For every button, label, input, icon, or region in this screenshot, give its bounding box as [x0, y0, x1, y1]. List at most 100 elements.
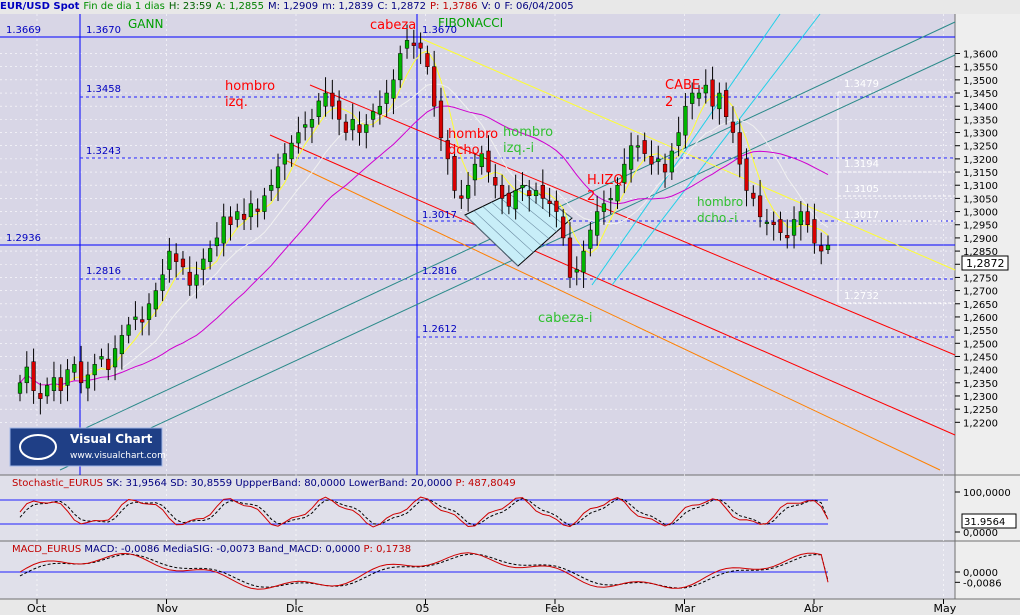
annotation-gann: GANN: [128, 17, 163, 31]
candle-body: [45, 385, 50, 397]
candle-body: [112, 348, 118, 368]
candle-body: [513, 190, 518, 210]
candle-body: [370, 111, 376, 120]
y-tick-label: 1,3100: [963, 181, 998, 192]
x-tick-label: Feb: [545, 602, 564, 615]
candle-body: [690, 92, 695, 104]
candle-body: [751, 192, 756, 199]
candle-body: [452, 156, 457, 191]
date-axis-bg: [0, 599, 1020, 615]
candle-body: [140, 319, 145, 323]
candle-body: [282, 153, 287, 165]
candle-body: [160, 274, 165, 291]
candle-body: [819, 245, 824, 252]
visualchart-logo: Visual Chart www.visualchart.com: [9, 427, 166, 467]
candle-body: [92, 364, 97, 376]
fib-right-2: 1.3194: [844, 159, 879, 170]
candle-body: [38, 393, 43, 399]
macd-band: Band_MACD: 0,0000: [258, 544, 360, 555]
candle-body: [506, 192, 511, 207]
y-tick-label: 1,2500: [963, 339, 998, 350]
x-tick-label: Oct: [27, 602, 47, 615]
candle-body: [316, 100, 321, 117]
y-tick-label: 1,3250: [963, 142, 998, 153]
candle-body: [180, 258, 186, 268]
candle-body: [418, 42, 423, 49]
x-tick-label: Dic: [286, 602, 304, 615]
stoch-name: Stochastic_EURUS: [12, 478, 103, 489]
annotation-cabeza: cabeza: [370, 18, 416, 33]
candle-body: [411, 42, 416, 46]
annotation-hombro-dchoi-1: hombro: [697, 195, 743, 209]
y-tick-label: 1,3450: [963, 89, 998, 100]
fib-mid-2: 1.3017: [422, 210, 457, 221]
candle-body: [65, 369, 70, 386]
candle-body: [357, 124, 362, 133]
chart-svg: 1,2200 1,2250 1,2300 1,2350 1,2400 1,2450 1,25…: [0, 13, 1020, 615]
stoch-value: 31.9564: [964, 517, 1005, 528]
y-tick-label: 1,3550: [963, 63, 998, 74]
stoch-sk: SK: 31,9564: [106, 478, 167, 489]
candle-body: [730, 121, 736, 133]
y-tick-label: 1,2400: [963, 366, 998, 377]
candle-body: [248, 203, 253, 218]
x-tick-label: Mar: [675, 602, 696, 615]
candle-body: [717, 92, 722, 110]
candle-body: [119, 335, 124, 355]
candle-body: [78, 361, 84, 384]
candle-body: [493, 177, 498, 186]
candle-body: [527, 190, 532, 197]
candle-body: [703, 84, 708, 94]
candle-body: [798, 211, 803, 225]
candle-body: [771, 221, 776, 225]
annotation-cabe2-1: CABE.: [665, 78, 704, 93]
candle-body: [126, 324, 131, 336]
candle-body: [696, 92, 702, 99]
candle-body: [744, 158, 749, 191]
y-tick-label: 1,2550: [963, 326, 998, 337]
fib-right-1: 1.3479: [844, 79, 879, 90]
annotation-hombro-izqi-1: hombro: [503, 125, 553, 140]
stoch-header: Stochastic_EURUS SK: 31,9564 SD: 30,8559…: [12, 478, 516, 489]
candle-body: [825, 245, 831, 251]
candle-body: [486, 150, 491, 173]
candle-body: [425, 53, 430, 67]
candle-body: [404, 40, 410, 49]
candle-body: [466, 184, 471, 199]
candle-body: [574, 269, 579, 273]
candle-body: [99, 356, 104, 360]
candle-body: [384, 92, 389, 104]
candle-body: [275, 166, 281, 189]
logo-title: Visual Chart: [70, 432, 153, 446]
candle-body: [778, 219, 783, 233]
y-tick-label: 1,2350: [963, 379, 998, 390]
x-tick-label: Abr: [804, 602, 824, 615]
x-tick-label: 05: [416, 602, 430, 615]
candle-body: [323, 92, 328, 107]
stoch-sd: SD: 30,8559: [170, 478, 232, 489]
x-tick-label: May: [934, 602, 957, 615]
stoch-p: P: 487,8049: [455, 478, 515, 489]
fib-right-4: 1.3017: [844, 210, 879, 221]
candle-body: [764, 221, 770, 224]
candle-body: [194, 274, 199, 286]
candle-body: [24, 366, 29, 384]
candle-body: [106, 358, 111, 370]
y-tick-label: 1,3350: [963, 115, 998, 126]
candle-body: [391, 79, 396, 99]
candle-body: [588, 229, 593, 249]
y-tick-label: 1,2700: [963, 287, 998, 298]
macd-name: MACD_EURUS: [12, 544, 81, 555]
fib-label-5: 1.2936: [6, 233, 41, 244]
candle-body: [724, 90, 729, 117]
fib-label-1: 1.3669: [6, 25, 41, 36]
candle-body: [547, 200, 552, 204]
annotation-hizq-2: 2: [587, 189, 595, 204]
fib-label-2: 1.3670: [86, 25, 121, 36]
candle-body: [533, 190, 539, 197]
candle-body: [432, 66, 437, 107]
candle-body: [785, 235, 790, 239]
candle-body: [214, 237, 220, 247]
candle-body: [676, 132, 681, 146]
y-tick-label: 1,3500: [963, 76, 998, 87]
